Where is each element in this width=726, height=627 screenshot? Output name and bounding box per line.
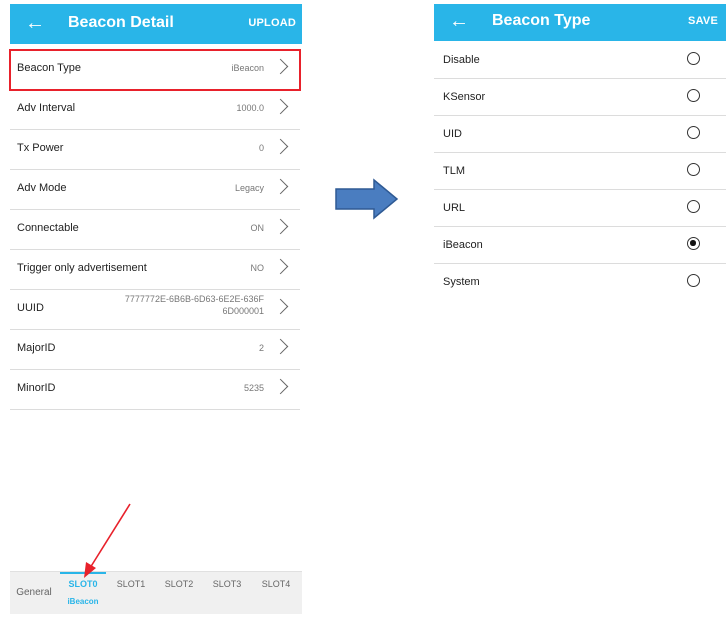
page-title: Beacon Type [492,12,591,29]
row-label: Trigger only advertisement [17,262,147,274]
row-label: Connectable [17,222,79,234]
tab-label: SLOT1 [116,579,146,589]
row-label: Tx Power [17,142,64,154]
option-tlm[interactable]: TLM [434,153,726,190]
tab-label: SLOT3 [212,579,242,589]
option-system[interactable]: System [434,264,726,300]
chevron-right-icon [272,98,289,115]
option-uid[interactable]: UID [434,116,726,153]
option-url[interactable]: URL [434,190,726,227]
tab-general[interactable]: General [10,572,58,614]
app-bar: ← Beacon Type SAVE [434,4,726,41]
chevron-right-icon [272,178,289,195]
radio-button[interactable] [687,52,700,65]
option-ksensor[interactable]: KSensor [434,79,726,116]
tab-label: SLOT4 [261,579,291,589]
row-minor-id[interactable]: MinorID 5235 [10,370,300,410]
flow-arrow-icon [335,178,399,220]
chevron-right-icon [272,338,289,355]
tab-slot3[interactable]: SLOT3 [204,572,250,614]
chevron-right-icon [272,138,289,155]
row-value: ON [250,223,265,233]
chevron-right-icon [272,378,289,395]
arrow-left-icon[interactable]: ← [22,10,48,36]
settings-list: Beacon Type iBeacon Adv Interval 1000.0 … [9,49,301,410]
tab-slot2[interactable]: SLOT2 [156,572,202,614]
option-label: UID [443,128,462,140]
beacon-detail-screen: ← Beacon Detail UPLOAD Beacon Type iBeac… [9,4,302,614]
row-label: UUID [17,302,44,314]
row-label: Beacon Type [17,62,82,74]
tab-label: General [16,587,52,598]
slot-tab-bar: General SLOT0 iBeacon SLOT1 SLOT2 SLOT3 … [10,571,302,614]
option-label: KSensor [443,91,486,103]
option-label: URL [443,202,466,214]
chevron-right-icon [272,58,289,75]
row-beacon-type[interactable]: Beacon Type iBeacon [9,49,301,91]
row-major-id[interactable]: MajorID 2 [10,330,300,370]
row-value: NO [250,263,265,273]
row-connectable[interactable]: Connectable ON [10,210,300,250]
upload-button[interactable]: UPLOAD [248,17,296,29]
row-label: Adv Mode [17,182,67,194]
tab-label: SLOT2 [164,579,194,589]
radio-button[interactable] [687,200,700,213]
row-trigger-only-advertisement[interactable]: Trigger only advertisement NO [10,250,300,290]
chevron-right-icon [272,298,289,315]
tab-label: SLOT0 [68,579,98,589]
row-adv-mode[interactable]: Adv Mode Legacy [10,170,300,210]
option-label: Disable [443,54,480,66]
row-value: iBeacon [231,63,264,73]
row-value: 5235 [243,383,264,393]
option-disable[interactable]: Disable [434,42,726,79]
arrow-left-icon[interactable]: ← [446,8,472,34]
row-adv-interval[interactable]: Adv Interval 1000.0 [10,90,300,130]
row-label: MinorID [17,382,56,394]
row-label: MajorID [17,342,56,354]
tab-sublabel: iBeacon [67,597,99,606]
annotation-arrow-icon [84,503,131,578]
app-bar: ← Beacon Detail UPLOAD [10,4,302,44]
option-ibeacon[interactable]: iBeacon [434,227,726,264]
row-tx-power[interactable]: Tx Power 0 [10,130,300,170]
row-value: 1000.0 [236,103,264,113]
beacon-type-screen: ← Beacon Type SAVE Disable KSensor UID T… [434,4,726,296]
radio-button[interactable] [687,126,700,139]
radio-button-selected[interactable] [687,237,700,250]
row-label: Adv Interval [17,102,76,114]
save-button[interactable]: SAVE [688,15,718,27]
radio-button[interactable] [687,89,700,102]
row-uuid[interactable]: UUID 7777772E-6B6B-6D63-6E2E-636F6D00000… [10,290,300,330]
radio-button[interactable] [687,274,700,287]
option-label: iBeacon [443,239,483,251]
option-label: TLM [443,165,465,177]
page-title: Beacon Detail [68,14,174,31]
row-value: 7777772E-6B6B-6D63-6E2E-636F6D000001 [124,294,264,316]
chevron-right-icon [272,218,289,235]
row-value: 2 [258,343,264,353]
radio-button[interactable] [687,163,700,176]
beacon-type-options: Disable KSensor UID TLM URL iBeacon Syst… [434,42,726,300]
chevron-right-icon [272,258,289,275]
row-value: 0 [258,143,264,153]
tab-slot4[interactable]: SLOT4 [253,572,299,614]
row-value: Legacy [234,183,264,193]
option-label: System [443,276,480,288]
